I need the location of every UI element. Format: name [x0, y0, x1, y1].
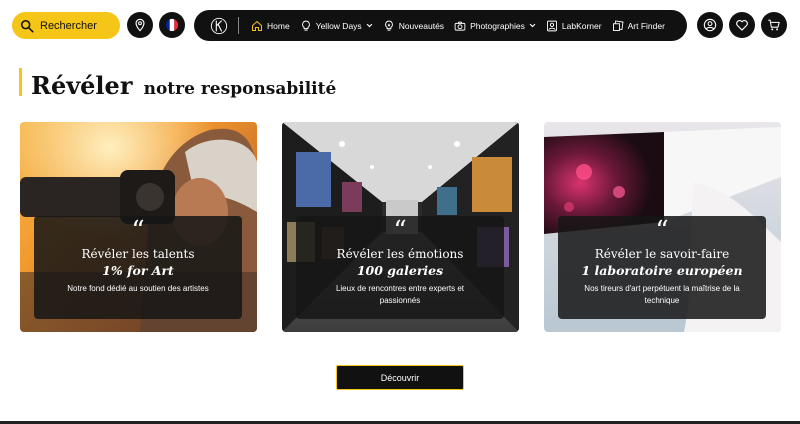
nav-label: Home [267, 20, 290, 31]
quote-icon: “ [655, 216, 669, 246]
card-description: Notre fond dédié au soutien des artistes [67, 284, 209, 293]
nav-art-finder[interactable]: Art Finder [612, 20, 665, 32]
quote-icon: “ [393, 216, 407, 246]
card-talents[interactable]: “ Révéler les talents 1% for Art Notre f… [20, 122, 257, 332]
card-description: Nos tireurs d'art perpétuent la maîtrise… [584, 284, 740, 305]
card-stat: 100 galeries [356, 263, 444, 278]
nav-labkorner[interactable]: LabKorner [546, 20, 602, 32]
card-savoir-faire[interactable]: “ Révéler le savoir-faire 1 laboratoire … [544, 122, 781, 332]
nav-nouveautes[interactable]: Nouveautés [383, 20, 444, 32]
account-button[interactable] [697, 12, 723, 38]
card-title: Révéler le savoir-faire [594, 247, 730, 261]
card-description: Lieux de rencontres entre experts et pas… [335, 284, 465, 305]
cart-icon [768, 19, 780, 31]
card-stat: 1 laboratoire européen [581, 263, 743, 278]
section-title-main: Révéler [31, 71, 133, 100]
heart-icon [736, 20, 748, 31]
art-frames-icon [612, 20, 624, 31]
discover-button[interactable]: Découvrir [336, 365, 464, 390]
cart-button[interactable] [761, 12, 787, 38]
home-icon [252, 20, 262, 31]
brand-logo[interactable] [210, 17, 228, 35]
card-caption: “ Révéler les émotions 100 galeries Lieu… [296, 216, 504, 319]
card-caption: “ Révéler le savoir-faire 1 laboratoire … [558, 216, 766, 319]
nav-label: Yellow Days [315, 20, 362, 31]
chevron-down-icon [529, 23, 536, 28]
nav-home[interactable]: Home [251, 20, 290, 32]
sparkle-bulb-icon [384, 20, 393, 31]
portrait-icon [546, 20, 557, 31]
nav-divider [238, 17, 239, 34]
search-bar[interactable] [12, 12, 120, 39]
card-title: Révéler les talents [81, 247, 195, 261]
search-icon [20, 19, 34, 32]
nav-photographies[interactable]: Photographies [454, 20, 536, 32]
map-pin-icon [135, 18, 145, 32]
card-caption: “ Révéler les talents 1% for Art Notre f… [34, 216, 242, 319]
card-emotions[interactable]: “ Révéler les émotions 100 galeries Lieu… [282, 122, 519, 332]
user-icon [703, 18, 717, 32]
nav-label: Photographies [470, 20, 525, 31]
nav-label: Art Finder [627, 20, 665, 31]
quote-icon: “ [131, 216, 145, 246]
camera-icon [454, 21, 466, 31]
bulb-icon [301, 20, 310, 31]
nav-yellow-days[interactable]: Yellow Days [300, 20, 373, 32]
card-stat: 1% for Art [102, 263, 174, 278]
card-title: Révéler les émotions [336, 247, 464, 261]
search-input[interactable] [40, 19, 116, 32]
section-title: Révéler notre responsabilité [31, 64, 336, 102]
title-accent-bar [19, 68, 22, 96]
main-navigation: Home Yellow Days Nouveautés Photographie… [194, 10, 687, 41]
section-title-sub: notre responsabilité [143, 79, 337, 99]
wishlist-button[interactable] [729, 12, 755, 38]
nav-label: LabKorner [561, 20, 602, 31]
nav-label: Nouveautés [398, 20, 445, 31]
french-flag-icon [165, 18, 179, 32]
language-selector[interactable] [159, 12, 185, 38]
store-locator-button[interactable] [127, 12, 153, 38]
chevron-down-icon [366, 23, 373, 28]
